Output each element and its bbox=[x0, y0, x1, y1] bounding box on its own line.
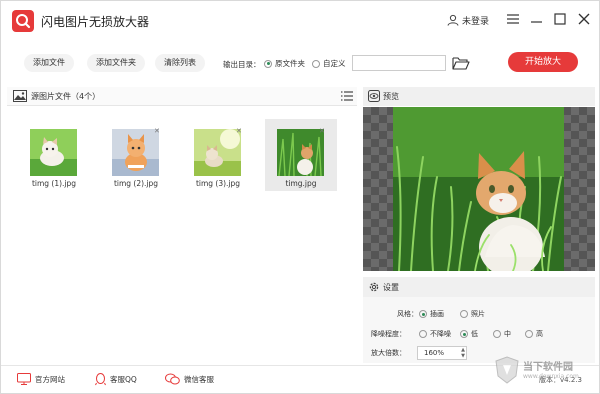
file-thumbnail-selected[interactable]: ✕ timg.jpg bbox=[265, 119, 337, 191]
qq-support-link[interactable]: 客服QQ bbox=[95, 373, 137, 386]
preview-header: 预览 bbox=[363, 87, 595, 106]
remove-file-icon[interactable]: ✕ bbox=[154, 127, 160, 135]
denoise-row: 降噪程度： 不降噪 低 中 高 bbox=[363, 327, 595, 341]
settings-panel: 风格： 插画 照片 降噪程度： 不降噪 低 中 高 放大倍数： 160% ▲ ▼ bbox=[363, 297, 595, 363]
app-window: 闪电图片无损放大器 未登录 添加文件 添加文件夹 清除列表 输出目录： 原文件夹… bbox=[0, 0, 600, 394]
watermark-url: www.downxia.com bbox=[523, 373, 579, 380]
thumbnail-image bbox=[112, 129, 159, 176]
wechat-support-link[interactable]: 微信客服 bbox=[165, 373, 214, 385]
wechat-icon bbox=[165, 373, 180, 385]
output-path-input[interactable] bbox=[352, 55, 446, 71]
radio-label: 不降噪 bbox=[430, 330, 451, 338]
browse-folder-button[interactable] bbox=[452, 55, 470, 71]
thumbnail-image bbox=[30, 129, 77, 176]
thumbnail-grid: timg (1).jpg ✕ timg (2).jpg ✕ timg (3).j… bbox=[7, 107, 357, 363]
radio-label: 低 bbox=[471, 330, 478, 338]
official-website-link[interactable]: 官方网站 bbox=[17, 373, 65, 385]
thumbnail-image bbox=[194, 129, 241, 176]
login-label: 未登录 bbox=[462, 16, 490, 27]
minimize-button[interactable] bbox=[528, 10, 546, 28]
gear-icon bbox=[369, 282, 379, 292]
output-dir-label: 输出目录： bbox=[223, 60, 261, 69]
hamburger-icon bbox=[507, 14, 519, 24]
eye-icon bbox=[368, 90, 380, 102]
radio-dot bbox=[460, 330, 468, 338]
denoise-medium-radio[interactable]: 中 bbox=[493, 329, 511, 339]
image-icon bbox=[13, 90, 27, 102]
list-view-icon[interactable] bbox=[341, 90, 353, 102]
file-thumbnail[interactable]: ✕ timg (2).jpg bbox=[100, 119, 172, 191]
style-illustration-radio[interactable]: 插画 bbox=[419, 309, 444, 319]
toolbar: 添加文件 添加文件夹 清除列表 输出目录： 原文件夹 自定义 开始放大 bbox=[1, 45, 599, 81]
clear-list-button[interactable]: 清除列表 bbox=[155, 54, 205, 72]
scale-stepper[interactable]: 160% ▲ ▼ bbox=[417, 346, 467, 360]
file-thumbnail[interactable]: ✕ timg (3).jpg bbox=[182, 119, 254, 191]
qq-icon bbox=[95, 373, 106, 386]
login-button[interactable]: 未登录 bbox=[447, 11, 489, 29]
radio-dot bbox=[264, 59, 272, 68]
maximize-button[interactable] bbox=[551, 10, 569, 28]
radio-label: 自定义 bbox=[323, 59, 346, 68]
radio-label: 照片 bbox=[471, 310, 485, 318]
qq-support-label: 客服QQ bbox=[110, 375, 137, 384]
radio-label: 原文件夹 bbox=[275, 59, 305, 68]
scale-label: 放大倍数： bbox=[371, 349, 406, 357]
add-folder-button[interactable]: 添加文件夹 bbox=[87, 54, 145, 72]
settings-title: 设置 bbox=[383, 283, 399, 292]
maximize-icon bbox=[554, 13, 566, 25]
close-icon bbox=[578, 13, 590, 25]
radio-dot bbox=[493, 330, 501, 338]
denoise-low-radio[interactable]: 低 bbox=[460, 329, 478, 339]
radio-dot bbox=[460, 310, 468, 318]
file-name: timg (2).jpg bbox=[113, 179, 159, 188]
radio-dot bbox=[419, 330, 427, 338]
output-custom-radio[interactable]: 自定义 bbox=[312, 58, 346, 69]
stepper-down-icon[interactable]: ▼ bbox=[461, 353, 465, 359]
radio-label: 中 bbox=[504, 330, 511, 338]
wechat-support-label: 微信客服 bbox=[184, 374, 214, 384]
watermark-logo: 当下软件园 www.downxia.com bbox=[495, 356, 600, 388]
file-name: timg (3).jpg bbox=[195, 179, 241, 188]
style-row: 风格： 插画 照片 bbox=[363, 307, 595, 321]
remove-file-icon[interactable]: ✕ bbox=[236, 127, 242, 135]
app-title: 闪电图片无损放大器 bbox=[41, 15, 150, 29]
start-enlarge-button[interactable]: 开始放大 bbox=[508, 52, 578, 72]
style-photo-radio[interactable]: 照片 bbox=[460, 309, 485, 319]
thumbnail-image bbox=[277, 129, 324, 176]
style-label: 风格： bbox=[397, 310, 418, 318]
file-name: timg.jpg bbox=[285, 179, 317, 188]
radio-dot bbox=[419, 310, 427, 318]
preview-canvas[interactable] bbox=[363, 107, 595, 271]
close-button[interactable] bbox=[575, 10, 593, 28]
source-files-header: 源图片文件（4个） bbox=[7, 87, 357, 106]
preview-title: 预览 bbox=[383, 92, 399, 101]
denoise-high-radio[interactable]: 高 bbox=[525, 329, 543, 339]
output-source-folder-radio[interactable]: 原文件夹 bbox=[264, 58, 305, 69]
app-logo-icon bbox=[12, 10, 34, 32]
remove-file-icon[interactable]: ✕ bbox=[319, 127, 325, 135]
radio-label: 高 bbox=[536, 330, 543, 338]
radio-label: 插画 bbox=[430, 310, 444, 318]
denoise-label: 降噪程度： bbox=[371, 330, 406, 338]
radio-dot bbox=[312, 59, 320, 68]
title-bar: 闪电图片无损放大器 未登录 bbox=[1, 1, 599, 39]
file-thumbnail[interactable]: timg (1).jpg bbox=[18, 119, 90, 191]
watermark-shield-icon bbox=[495, 356, 519, 384]
file-name: timg (1).jpg bbox=[31, 179, 77, 188]
settings-header: 设置 bbox=[363, 277, 595, 297]
user-icon bbox=[447, 14, 459, 26]
menu-button[interactable] bbox=[504, 10, 522, 28]
monitor-icon bbox=[17, 373, 31, 385]
scale-value: 160% bbox=[424, 349, 445, 357]
radio-dot bbox=[525, 330, 533, 338]
denoise-none-radio[interactable]: 不降噪 bbox=[419, 329, 451, 339]
folder-open-icon bbox=[452, 57, 470, 70]
official-website-label: 官方网站 bbox=[35, 374, 65, 384]
preview-image bbox=[393, 107, 564, 271]
source-files-title: 源图片文件（4个） bbox=[31, 92, 101, 101]
minimize-icon bbox=[531, 21, 542, 23]
add-file-button[interactable]: 添加文件 bbox=[24, 54, 74, 72]
watermark-text: 当下软件园 bbox=[523, 362, 573, 373]
